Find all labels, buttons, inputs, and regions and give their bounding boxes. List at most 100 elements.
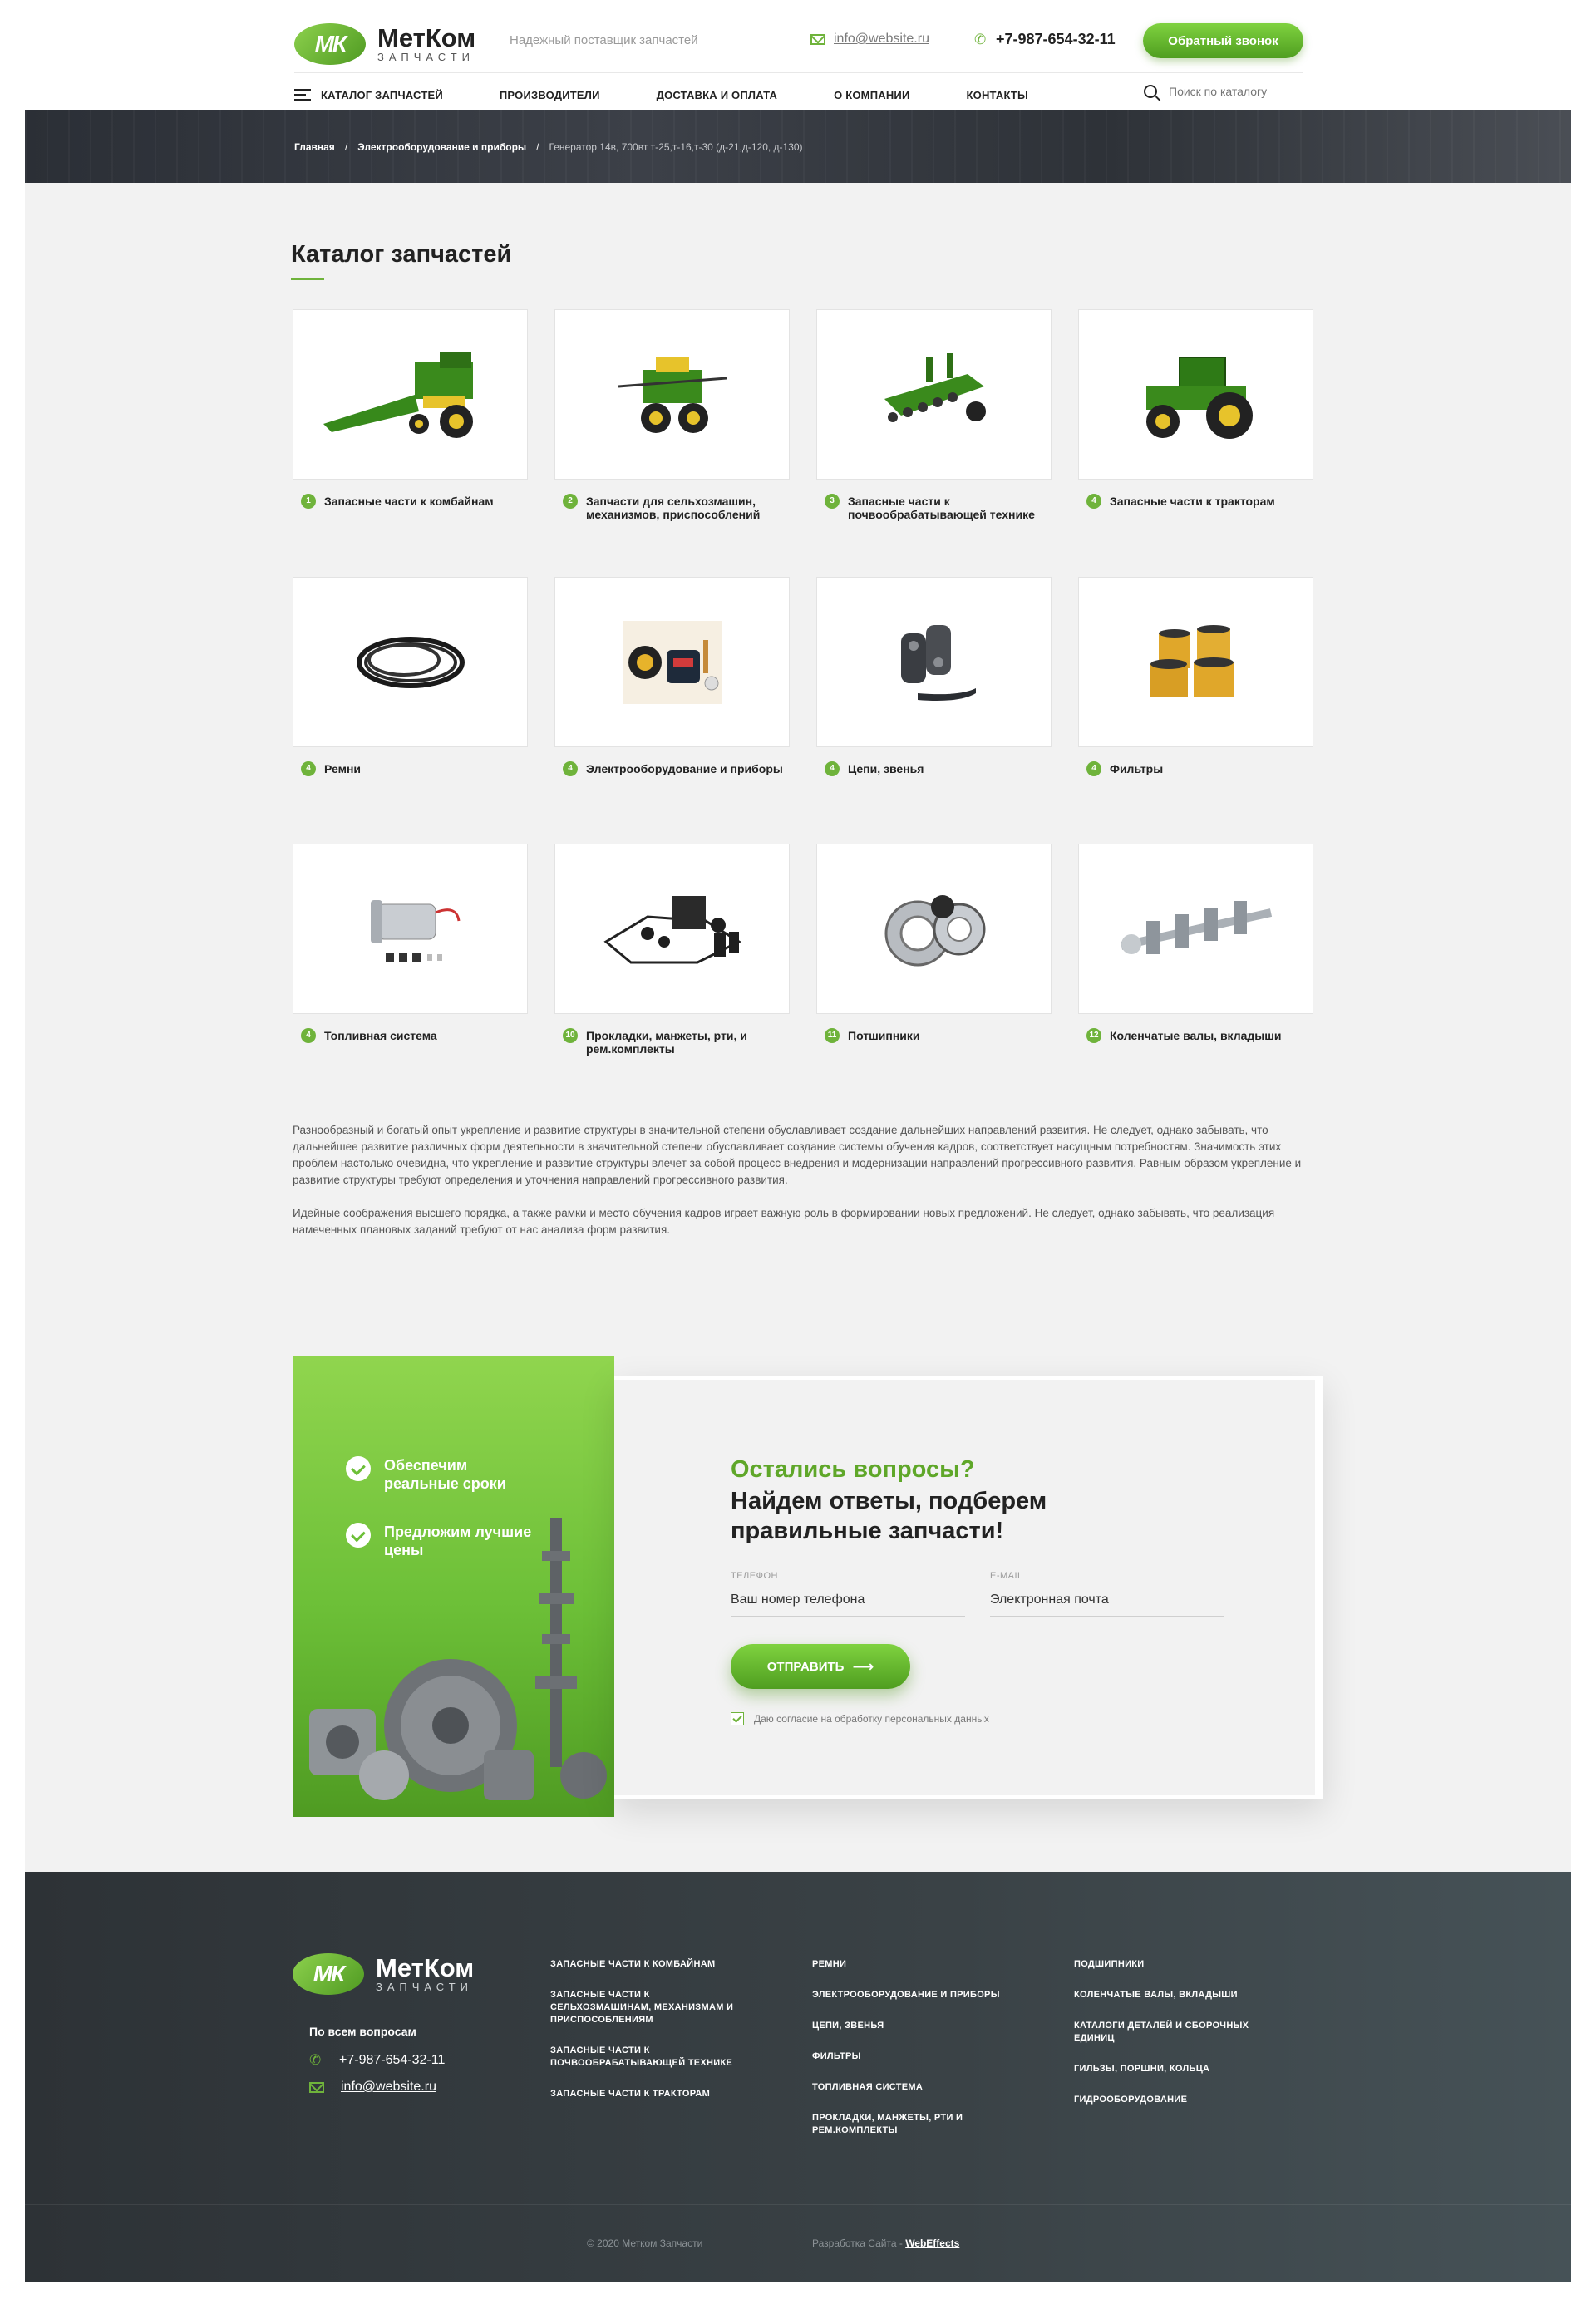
- catalog-card-label: 4 Фильтры: [1078, 761, 1313, 776]
- catalog-card-label: 4 Ремни: [293, 761, 528, 776]
- nav-about[interactable]: О компании: [834, 89, 909, 101]
- footer-link[interactable]: Коленчатые валы, вкладыши: [1074, 1989, 1265, 2001]
- catalog-card-belts[interactable]: 4 Ремни: [293, 577, 528, 776]
- footer-link[interactable]: Гильзы, поршни, кольца: [1074, 2063, 1265, 2075]
- catalog-card-text: Потшипники: [848, 1029, 920, 1042]
- nav-catalog[interactable]: Каталог запчастей: [294, 89, 443, 101]
- form-heading: Найдем ответы, подберем правильные запча…: [731, 1488, 1047, 1544]
- description-paragraph: Идейные соображения высшего порядка, а т…: [293, 1207, 1275, 1236]
- crankshaft-image: [1078, 844, 1313, 1014]
- footer-logo[interactable]: МК МетКом запчасти: [293, 1953, 474, 1995]
- catalog-description: Разнообразный и богатый опыт укрепление …: [293, 1122, 1307, 1255]
- search-input[interactable]: [1169, 85, 1293, 98]
- footer-link[interactable]: Подшипники: [1074, 1958, 1265, 1971]
- header-email: info@website.ru: [810, 32, 929, 47]
- logo[interactable]: МК МетКом запчасти: [294, 23, 475, 65]
- developer-link[interactable]: WebEffects: [905, 2237, 959, 2249]
- nav-delivery[interactable]: Доставка и оплата: [657, 89, 777, 101]
- email-input[interactable]: [990, 1588, 1224, 1617]
- consent-checkbox[interactable]: [731, 1712, 744, 1725]
- catalog-card-text: Запасные части к почвообрабатывающей тех…: [848, 495, 1035, 521]
- footer-contacts-label: По всем вопросам: [309, 2025, 416, 2038]
- footer-email-link[interactable]: info@website.ru: [341, 2080, 436, 2095]
- belts-image: [293, 577, 528, 747]
- catalog-card-tractors[interactable]: 4 Запасные части к тракторам: [1078, 309, 1313, 509]
- footer-link[interactable]: Запасные части к комбайнам: [550, 1958, 741, 1971]
- benefit-deadlines: Обеспечим реальные сроки: [346, 1456, 534, 1493]
- catalog-card-bearings[interactable]: 11 Потшипники: [816, 844, 1052, 1043]
- bearings-image: [816, 844, 1052, 1014]
- header-email-link[interactable]: info@website.ru: [834, 32, 929, 47]
- catalog-card-text: Коленчатые валы, вкладыши: [1110, 1029, 1282, 1042]
- catalog-card-label: 10 Прокладки, манжеты, рти, и рем.компле…: [554, 1028, 790, 1056]
- item-number-badge: 2: [563, 494, 578, 509]
- item-number-badge: 4: [563, 761, 578, 776]
- footer-link[interactable]: Каталоги деталей и сборочных единиц: [1074, 2020, 1265, 2045]
- footer-link[interactable]: Фильтры: [812, 2050, 1003, 2063]
- footer-link[interactable]: Запасные части к почвообрабатывающей тех…: [550, 2045, 741, 2070]
- catalog-card-filters[interactable]: 4 Фильтры: [1078, 577, 1313, 776]
- footer-link[interactable]: Топливная система: [812, 2081, 1003, 2094]
- catalog-card-text: Цепи, звенья: [848, 762, 924, 775]
- consent-text: Даю согласие на обработку персональных д…: [754, 1713, 989, 1725]
- phone-field: Телефон: [731, 1571, 965, 1617]
- phone-input[interactable]: [731, 1588, 965, 1617]
- header-phone[interactable]: ✆ +7-987-654-32-11: [974, 31, 1116, 48]
- item-number-badge: 4: [1086, 761, 1101, 776]
- nav-manufacturers[interactable]: Производители: [500, 89, 600, 101]
- submit-button-label: Отправить: [766, 1659, 845, 1674]
- description-paragraph: Разнообразный и богатый опыт укрепление …: [293, 1124, 1302, 1186]
- search-icon[interactable]: [1144, 85, 1157, 98]
- footer-link[interactable]: Ремни: [812, 1958, 1003, 1971]
- nav-contacts[interactable]: Контакты: [967, 89, 1028, 101]
- footer-link[interactable]: Запасные части к тракторам: [550, 2088, 741, 2100]
- site-footer: МК МетКом запчасти По всем вопросам ✆ +7…: [25, 1872, 1571, 2282]
- catalog-card-label: 4 Запасные части к тракторам: [1078, 494, 1313, 509]
- callback-button[interactable]: Обратный звонок: [1143, 23, 1303, 58]
- footer-contacts: По всем вопросам ✆ +7-987-654-32-11 info…: [309, 2025, 445, 2106]
- arrow-right-icon: ⟶: [852, 1657, 874, 1675]
- breadcrumb-current: Генератор 14в, 700вт т-25,т-16,т-30 (д-2…: [549, 141, 803, 153]
- footer-link[interactable]: Прокладки, манжеты, рти и рем.комплекты: [812, 2112, 1003, 2137]
- catalog-card-label: 4 Электрооборудование и приборы: [554, 761, 790, 776]
- breadcrumb-section[interactable]: Электрооборудование и приборы: [357, 141, 526, 153]
- logo-text: МетКом запчасти: [377, 25, 475, 63]
- footer-link[interactable]: Гидрооборудование: [1074, 2094, 1265, 2106]
- submit-button[interactable]: Отправить ⟶: [731, 1644, 910, 1689]
- item-number-badge: 10: [563, 1028, 578, 1043]
- footer-logo-text: МетКом запчасти: [376, 1955, 474, 1993]
- catalog-card-label: 4 Цепи, звенья: [816, 761, 1052, 776]
- catalog-card-chains[interactable]: 4 Цепи, звенья: [816, 577, 1052, 776]
- catalog-card-label: 12 Коленчатые валы, вкладыши: [1078, 1028, 1313, 1043]
- phone-icon: ✆: [309, 2052, 322, 2068]
- catalog-card-label: 11 Потшипники: [816, 1028, 1052, 1043]
- footer-link[interactable]: Электрооборудование и приборы: [812, 1989, 1003, 2001]
- catalog-card-text: Запасные части к комбайнам: [324, 495, 494, 508]
- consent-row: Даю согласие на обработку персональных д…: [731, 1712, 989, 1725]
- copyright: © 2020 Метком Запчасти: [587, 2237, 703, 2249]
- catalog-card-combines[interactable]: 1 Запасные части к комбайнам: [293, 309, 528, 509]
- item-number-badge: 4: [301, 1028, 316, 1043]
- footer-link[interactable]: Цепи, звенья: [812, 2020, 1003, 2032]
- logo-subtitle: запчасти: [377, 51, 475, 63]
- catalog-card-fuel[interactable]: 4 Топливная система: [293, 844, 528, 1043]
- footer-email: info@website.ru: [309, 2080, 445, 2095]
- catalog-card-electrical[interactable]: 4 Электрооборудование и приборы: [554, 577, 790, 776]
- footer-link[interactable]: Запасные части к сельхозмашинам, механиз…: [550, 1989, 741, 2026]
- catalog-card-gaskets[interactable]: 10 Прокладки, манжеты, рти, и рем.компле…: [554, 844, 790, 1056]
- catalog-card-crankshafts[interactable]: 12 Коленчатые валы, вкладыши: [1078, 844, 1313, 1043]
- footer-phone[interactable]: ✆ +7-987-654-32-11: [309, 2053, 445, 2068]
- catalog-card-label: 1 Запасные части к комбайнам: [293, 494, 528, 509]
- header-phone-number: +7-987-654-32-11: [996, 31, 1116, 47]
- breadcrumb-home[interactable]: Главная: [294, 141, 335, 153]
- email-field-label: E-mail: [990, 1571, 1023, 1581]
- header-divider: [294, 72, 1303, 73]
- catalog-card-text: Прокладки, манжеты, рти, и рем.комплекты: [586, 1029, 747, 1056]
- catalog-card-text: Запасные части к тракторам: [1110, 495, 1275, 508]
- developer-credit: Разработка Сайта - WebEffects: [812, 2237, 959, 2249]
- catalog-card-agri-machines[interactable]: 2 Запчасти для сельхозмашин, механизмов,…: [554, 309, 790, 521]
- catalog-card-text: Ремни: [324, 762, 362, 775]
- breadcrumb-separator: /: [536, 141, 539, 153]
- catalog-title: Каталог запчастей: [291, 241, 512, 268]
- catalog-card-tillage[interactable]: 3 Запасные части к почвообрабатывающей т…: [816, 309, 1052, 521]
